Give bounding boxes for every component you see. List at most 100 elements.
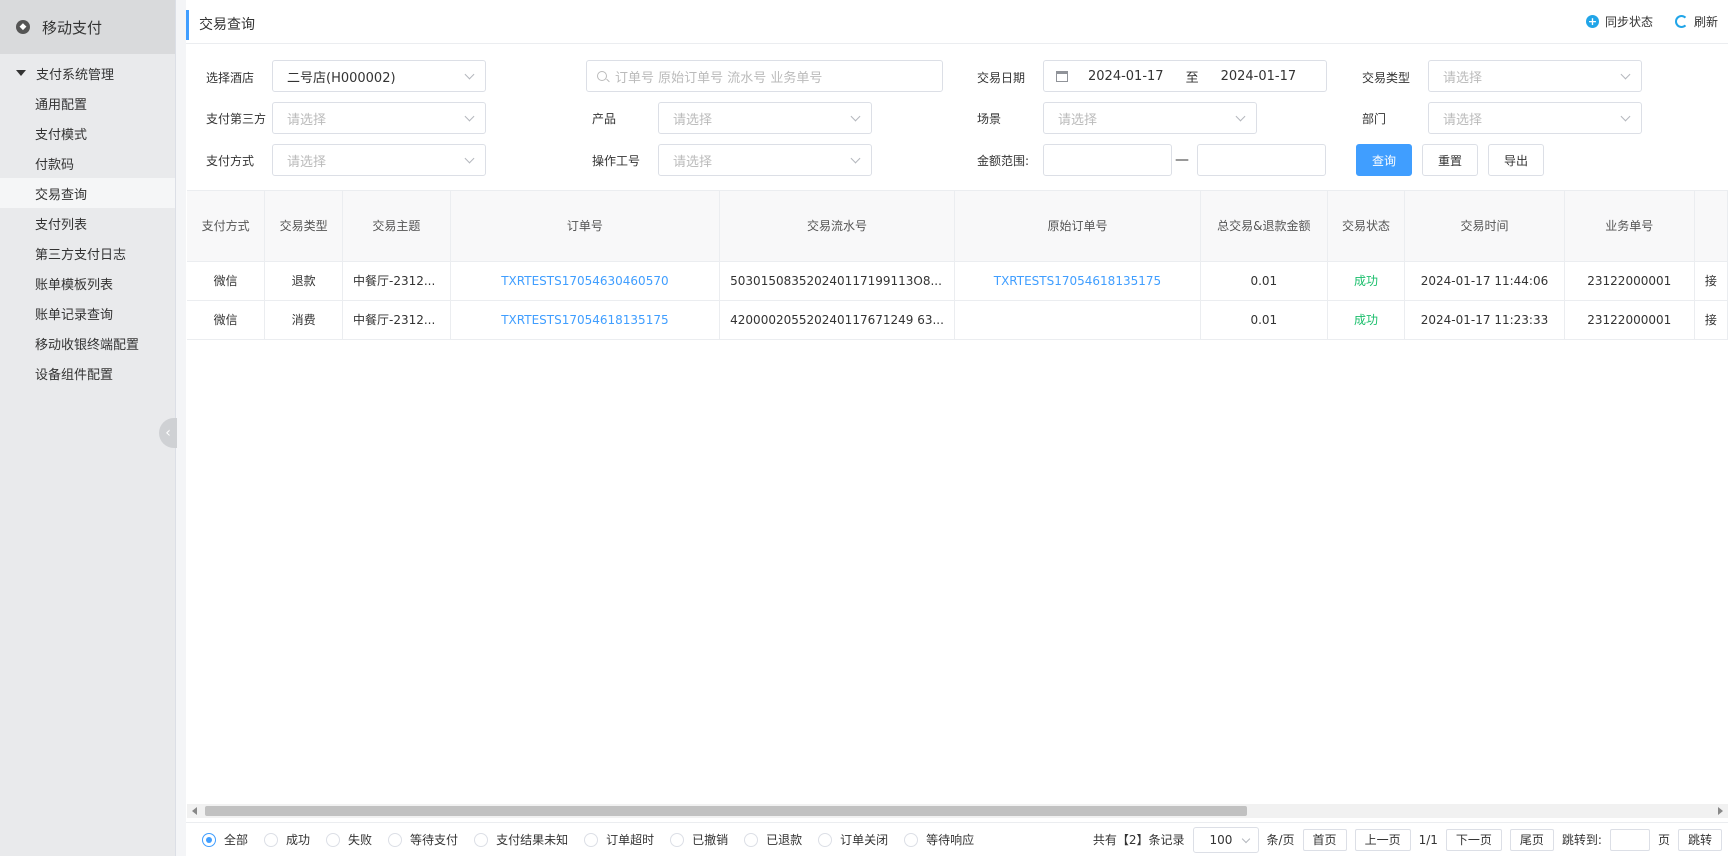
- sidebar-item-general-config[interactable]: 通用配置: [0, 88, 175, 118]
- page-size-value: 100: [1209, 832, 1233, 847]
- refresh-icon: [1674, 15, 1688, 28]
- cell-subject: 中餐厅-2312...: [342, 300, 451, 340]
- page-size-select[interactable]: 100: [1192, 826, 1259, 853]
- status-radio-timeout[interactable]: 订单超时: [584, 831, 654, 848]
- column-header[interactable]: 交易类型: [264, 191, 343, 262]
- amount-min-input[interactable]: [1043, 144, 1172, 176]
- reset-button[interactable]: 重置: [1422, 144, 1478, 176]
- status-radio-unknown[interactable]: 支付结果未知: [474, 831, 568, 848]
- column-header[interactable]: 总交易&退款金额: [1200, 191, 1328, 262]
- cell-original-order-link[interactable]: [954, 300, 1201, 340]
- table-header-row: 支付方式 交易类型 交易主题 订单号 交易流水号 原始订单号 总交易&退款金额 …: [187, 191, 1728, 262]
- radio-dot-icon: [584, 832, 599, 847]
- column-header[interactable]: 支付方式: [187, 191, 266, 262]
- column-header[interactable]: 交易时间: [1404, 191, 1565, 262]
- jump-button[interactable]: 跳转: [1677, 828, 1722, 851]
- jump-page-input[interactable]: [1609, 828, 1650, 851]
- column-header[interactable]: 订单号: [450, 191, 721, 262]
- status-filter-group: 全部 成功 失败 等待支付 支付结果未知 订单超时 已撤销 已退款 订单关闭 等…: [186, 831, 990, 848]
- transactions-table: 支付方式 交易类型 交易主题 订单号 交易流水号 原始订单号 总交易&退款金额 …: [187, 190, 1728, 808]
- transaction-type-select[interactable]: 请选择: [1428, 60, 1642, 92]
- sidebar-item-device-component-config[interactable]: 设备组件配置: [0, 358, 175, 388]
- status-radio-pending[interactable]: 等待支付: [388, 831, 458, 848]
- scroll-left-icon[interactable]: [192, 807, 197, 815]
- last-page-button[interactable]: 尾页: [1509, 828, 1554, 851]
- radio-dot-icon: [326, 832, 341, 847]
- radio-dot-icon: [388, 832, 403, 847]
- app-title: 移动支付: [42, 18, 103, 37]
- horizontal-scrollbar[interactable]: [187, 804, 1728, 818]
- sidebar-item-bill-record-query[interactable]: 账单记录查询: [0, 298, 175, 328]
- column-header[interactable]: [1694, 191, 1728, 262]
- status-radio-all[interactable]: 全部: [202, 831, 248, 848]
- payment-method-placeholder: 请选择: [287, 154, 327, 170]
- sync-status-button[interactable]: + 同步状态: [1585, 13, 1653, 30]
- cell-extra: 接: [1694, 261, 1728, 301]
- cell-business-number: 23122000001: [1564, 261, 1695, 301]
- sidebar-item-payment-list[interactable]: 支付列表: [0, 208, 175, 238]
- sidebar-group-payment-system[interactable]: 支付系统管理: [0, 58, 175, 88]
- sidebar-item-mobile-terminal-config[interactable]: 移动收银终端配置: [0, 328, 175, 358]
- footer-bar: 全部 成功 失败 等待支付 支付结果未知 订单超时 已撤销 已退款 订单关闭 等…: [186, 822, 1728, 856]
- radio-dot-icon: [904, 832, 919, 847]
- sidebar-item-payment-mode[interactable]: 支付模式: [0, 118, 175, 148]
- table-row[interactable]: 微信 退款 中餐厅-2312... TXRTESTS17054630460570…: [187, 261, 1728, 301]
- column-header[interactable]: 业务单号: [1564, 191, 1695, 262]
- date-range-picker[interactable]: 2024-01-17 至 2024-01-17: [1043, 60, 1327, 92]
- cell-order-link[interactable]: TXRTESTS17054630460570: [450, 261, 721, 301]
- radio-dot-icon: [474, 832, 489, 847]
- radio-label: 订单关闭: [840, 833, 889, 847]
- scene-label: 场景: [977, 112, 1002, 126]
- export-button[interactable]: 导出: [1488, 144, 1544, 176]
- sidebar-header[interactable]: ◆ 移动支付: [0, 0, 175, 54]
- radio-dot-icon: [264, 832, 279, 847]
- status-radio-closed[interactable]: 订单关闭: [818, 831, 888, 848]
- sidebar-item-transaction-query[interactable]: 交易查询: [0, 178, 175, 208]
- amount-max-input[interactable]: [1197, 144, 1326, 176]
- radio-dot-icon: [818, 832, 833, 847]
- product-select[interactable]: 请选择: [658, 102, 872, 134]
- sidebar-collapse-handle[interactable]: ‹: [159, 418, 177, 448]
- next-page-button[interactable]: 下一页: [1445, 828, 1502, 851]
- status-radio-revoked[interactable]: 已撤销: [670, 831, 728, 848]
- sidebar-item-third-party-log[interactable]: 第三方支付日志: [0, 238, 175, 268]
- table-row[interactable]: 微信 消费 中餐厅-2312... TXRTESTS17054618135175…: [187, 300, 1728, 340]
- sidebar-item-bill-template-list[interactable]: 账单模板列表: [0, 268, 175, 298]
- refresh-button[interactable]: 刷新: [1674, 13, 1718, 30]
- cell-status: 成功: [1327, 261, 1406, 301]
- department-select[interactable]: 请选择: [1428, 102, 1642, 134]
- amount-range-label: 金额范围:: [977, 154, 1030, 168]
- status-radio-awaiting-response[interactable]: 等待响应: [904, 831, 974, 848]
- scroll-right-icon[interactable]: [1718, 807, 1723, 815]
- scene-select[interactable]: 请选择: [1043, 102, 1257, 134]
- status-radio-success[interactable]: 成功: [264, 831, 310, 848]
- cell-original-order-link[interactable]: TXRTESTS17054618135175: [954, 261, 1201, 301]
- department-placeholder: 请选择: [1443, 112, 1483, 128]
- column-header[interactable]: 交易状态: [1327, 191, 1406, 262]
- page-title: 交易查询: [186, 9, 255, 40]
- cell-order-link[interactable]: TXRTESTS17054618135175: [450, 300, 721, 340]
- plus-circle-icon: +: [1585, 15, 1599, 28]
- date-label: 交易日期: [977, 71, 1026, 85]
- cell-time: 2024-01-17 11:23:33: [1404, 300, 1565, 340]
- first-page-button[interactable]: 首页: [1302, 828, 1347, 851]
- prev-page-button[interactable]: 上一页: [1354, 828, 1411, 851]
- refresh-label: 刷新: [1693, 15, 1718, 29]
- column-header[interactable]: 交易流水号: [719, 191, 955, 262]
- query-button[interactable]: 查询: [1356, 144, 1412, 176]
- column-header[interactable]: 交易主题: [342, 191, 451, 262]
- operator-label: 操作工号: [592, 154, 641, 168]
- sidebar-item-payment-code[interactable]: 付款码: [0, 148, 175, 178]
- search-input[interactable]: 订单号 原始订单号 流水号 业务单号: [586, 60, 943, 92]
- radio-label: 失败: [348, 833, 373, 847]
- status-radio-failed[interactable]: 失败: [326, 831, 372, 848]
- cell-business-number: 23122000001: [1564, 300, 1695, 340]
- radio-label: 支付结果未知: [496, 833, 569, 847]
- operator-select[interactable]: 请选择: [658, 144, 872, 176]
- scrollbar-thumb[interactable]: [205, 806, 1247, 816]
- column-header[interactable]: 原始订单号: [954, 191, 1201, 262]
- hotel-select[interactable]: 二号店(H000002): [272, 60, 486, 92]
- status-radio-refunded[interactable]: 已退款: [744, 831, 802, 848]
- third-party-select[interactable]: 请选择: [272, 102, 486, 134]
- payment-method-select[interactable]: 请选择: [272, 144, 486, 176]
